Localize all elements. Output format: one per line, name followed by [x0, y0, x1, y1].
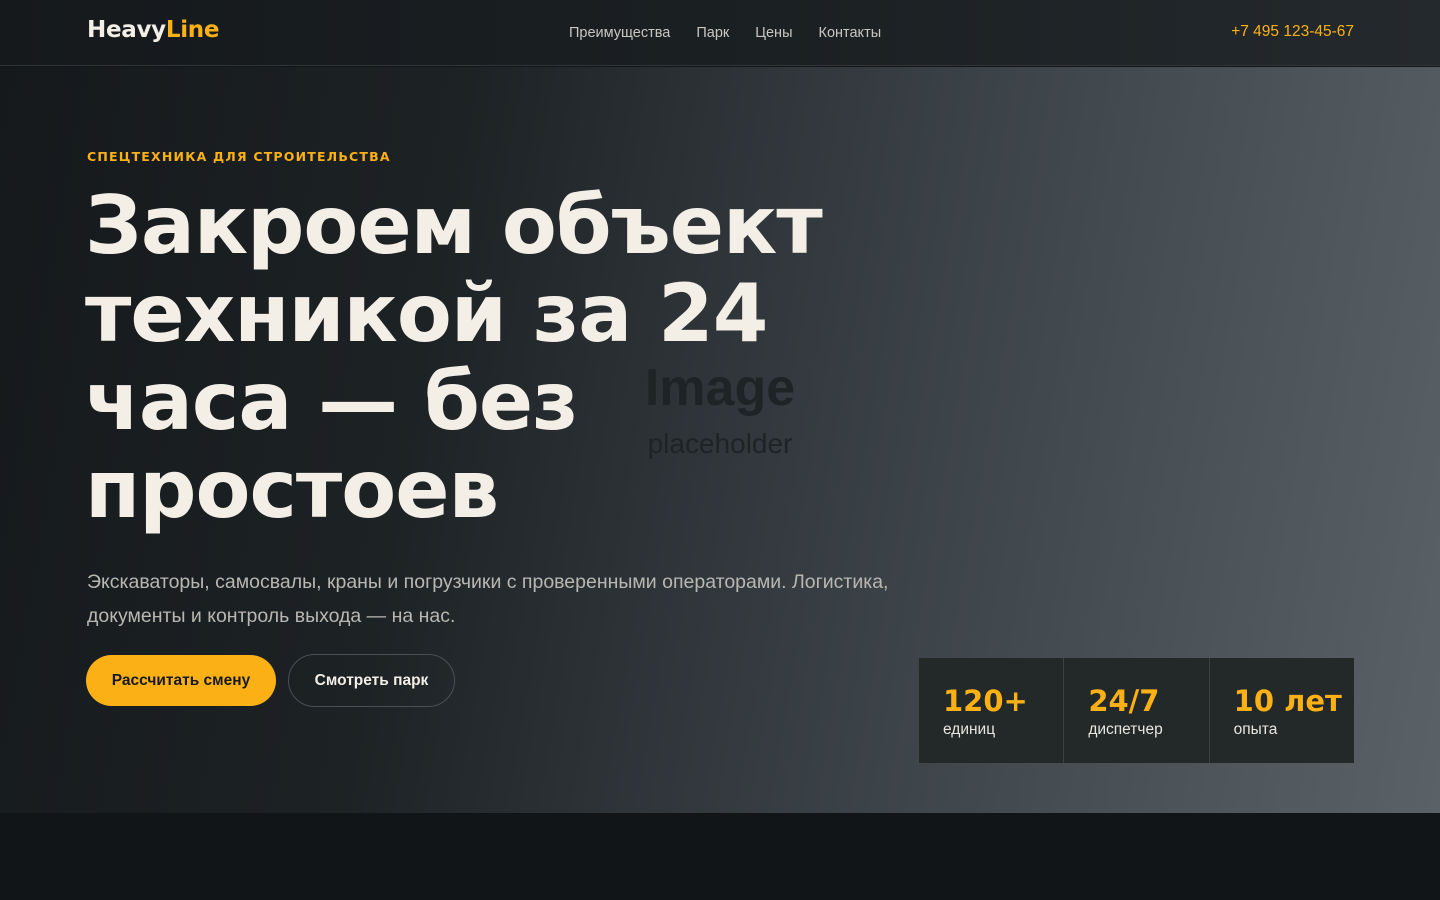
stat-value: 24/7 [1088, 684, 1160, 718]
nav-link-prices[interactable]: Цены [755, 24, 792, 42]
stat-card-experience: 10 лет опыта [1209, 658, 1354, 763]
stat-label: опыта [1233, 721, 1278, 738]
nav-link-advantages[interactable]: Преимущества [569, 24, 670, 42]
logo-text-part1: Heavy [87, 17, 166, 43]
stats-panel: 120+ единиц 24/7 диспетчер 10 лет опыта [919, 658, 1354, 763]
stat-card-units: 120+ единиц [919, 658, 1065, 763]
stat-value: 120+ [943, 684, 1028, 718]
stat-card-dispatcher: 24/7 диспетчер [1064, 658, 1210, 763]
stat-label: диспетчер [1088, 721, 1163, 738]
calculate-shift-button[interactable]: Рассчитать смену [86, 655, 276, 706]
hero-headline: Закроем объект техникой за 24 часа — без… [85, 179, 823, 536]
stat-label: единиц [943, 721, 996, 738]
nav-link-contacts[interactable]: Контакты [819, 24, 882, 42]
logo-text-part2: Line [165, 17, 220, 43]
view-fleet-button[interactable]: Смотреть парк [288, 654, 455, 707]
logo[interactable]: HeavyLine [87, 17, 219, 43]
hero-subtitle: Экскаваторы, самосвалы, краны и погрузчи… [87, 571, 889, 627]
phone-link[interactable]: +7 495 123-45-67 [1231, 23, 1354, 41]
site-header: HeavyLine Преимущества Парк Цены Контакт… [0, 0, 1440, 66]
next-section-edge [0, 813, 1440, 900]
hero-eyebrow: СПЕЦТЕХНИКА ДЛЯ СТРОИТЕЛЬСТВА [87, 149, 391, 164]
main-nav: Преимущества Парк Цены Контакты [569, 24, 907, 42]
stat-value: 10 лет [1233, 684, 1342, 718]
hero-section: Image placeholder СПЕЦТЕХНИКА ДЛЯ СТРОИТ… [0, 67, 1440, 813]
nav-link-fleet[interactable]: Парк [696, 24, 729, 42]
